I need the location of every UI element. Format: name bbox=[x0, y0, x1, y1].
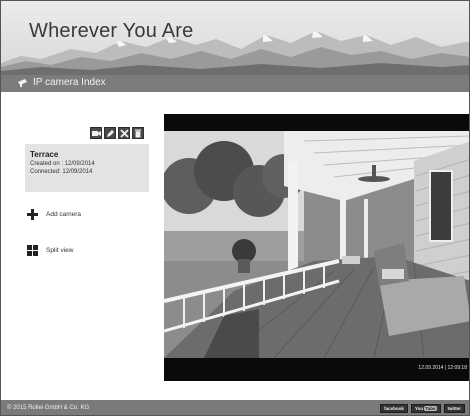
camera-card[interactable]: Terrace Created on : 12/09/2014 Connecte… bbox=[25, 144, 149, 192]
view-button[interactable] bbox=[90, 127, 102, 139]
camera-created: Created on : 12/09/2014 bbox=[30, 161, 95, 167]
camera-connected: Connected: 12/09/2014 bbox=[30, 169, 93, 175]
facebook-label: facebook bbox=[384, 406, 404, 411]
facebook-link[interactable]: facebook bbox=[380, 404, 408, 413]
delete-button[interactable] bbox=[132, 127, 144, 139]
youtube-label-you: You bbox=[414, 406, 424, 411]
camera-viewer[interactable]: 12.09.2014 | 12:09:18 bbox=[164, 114, 469, 381]
nav-item-label: IP camera Index bbox=[33, 77, 106, 88]
viewer-bottom-bar: 12.09.2014 | 12:09:18 bbox=[164, 358, 469, 381]
navbar: IP camera Index bbox=[1, 75, 469, 92]
viewer-top-bar bbox=[164, 114, 469, 131]
app-window: Wherever You Are IP camera Index Terrace… bbox=[0, 0, 470, 416]
camera-name: Terrace bbox=[30, 150, 59, 159]
twitter-link[interactable]: twitter bbox=[443, 404, 465, 413]
social-links: facebook You Tube twitter bbox=[380, 404, 465, 413]
nav-item-ip-camera-index[interactable]: IP camera Index bbox=[17, 77, 106, 88]
settings-button[interactable] bbox=[118, 127, 130, 139]
grid-icon bbox=[27, 245, 38, 256]
youtube-link[interactable]: You Tube bbox=[410, 404, 441, 413]
site-title: Wherever You Are bbox=[29, 20, 194, 42]
add-camera-label: Add camera bbox=[46, 211, 82, 218]
plus-icon bbox=[27, 209, 38, 220]
camera-feed-image bbox=[164, 131, 469, 358]
camera-icon bbox=[18, 79, 27, 87]
camera-toolbar bbox=[90, 127, 144, 139]
split-view-label: Split view bbox=[46, 247, 74, 254]
add-camera-button[interactable]: Add camera bbox=[27, 209, 81, 220]
camera-timestamp: 12.09.2014 | 12:09:18 bbox=[418, 365, 467, 371]
twitter-label: twitter bbox=[447, 406, 462, 411]
view-icon bbox=[91, 130, 101, 136]
edit-button[interactable] bbox=[104, 127, 116, 139]
footer: © 2015 Rollei GmbH & Co. KG facebook You… bbox=[1, 400, 469, 415]
youtube-label-tube: Tube bbox=[424, 406, 437, 411]
settings-icon bbox=[119, 128, 129, 138]
delete-icon bbox=[135, 129, 141, 137]
split-view-button[interactable]: Split view bbox=[27, 245, 73, 256]
copyright-text: © 2015 Rollei GmbH & Co. KG bbox=[7, 405, 90, 411]
header-banner: Wherever You Are bbox=[1, 1, 469, 75]
edit-icon bbox=[106, 129, 114, 137]
